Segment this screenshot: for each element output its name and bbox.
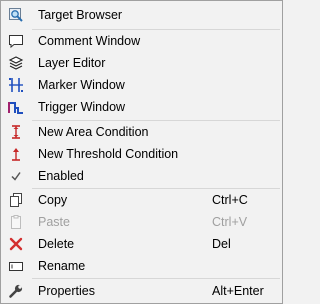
marker-window-label: Marker Window: [38, 78, 125, 92]
delete-label: Delete: [38, 237, 75, 251]
menu-item-paste: Paste Ctrl+V: [1, 211, 282, 233]
menu-item-new-area-condition[interactable]: New Area Condition: [1, 121, 282, 143]
check-icon: [8, 168, 24, 184]
menu-item-trigger-window[interactable]: Trigger Window: [1, 96, 282, 118]
target-browser-icon: [8, 7, 24, 23]
copy-icon: [8, 192, 24, 208]
comment-window-label: Comment Window: [38, 34, 141, 48]
paste-label: Paste: [38, 215, 70, 229]
menu-item-target-browser[interactable]: Target Browser: [1, 4, 282, 26]
menu-item-marker-window[interactable]: Marker Window: [1, 74, 282, 96]
menu-item-properties[interactable]: Properties Alt+Enter: [1, 280, 282, 302]
target-browser-label: Target Browser: [38, 8, 123, 22]
rename-label: Rename: [38, 259, 86, 273]
area-condition-icon: [8, 124, 24, 140]
context-menu: Target Browser Comment Window Layer Edit…: [0, 0, 283, 304]
menu-item-copy[interactable]: Copy Ctrl+C: [1, 189, 282, 211]
copy-label: Copy: [38, 193, 68, 207]
trigger-window-label: Trigger Window: [38, 100, 126, 114]
layers-icon: [8, 55, 24, 71]
menu-item-enabled[interactable]: Enabled: [1, 165, 282, 187]
enabled-label: Enabled: [38, 169, 84, 183]
delete-icon: [8, 236, 24, 252]
properties-shortcut: Alt+Enter: [212, 284, 264, 298]
comment-icon: [8, 33, 24, 49]
menu-separator: [32, 278, 280, 279]
threshold-condition-icon: [8, 146, 24, 162]
trigger-icon: [8, 99, 24, 115]
properties-label: Properties: [38, 284, 95, 298]
paste-shortcut: Ctrl+V: [212, 215, 248, 229]
menu-item-rename[interactable]: Rename: [1, 255, 282, 277]
wrench-icon: [8, 283, 24, 299]
delete-shortcut: Del: [212, 237, 231, 251]
menu-item-new-threshold-condition[interactable]: New Threshold Condition: [1, 143, 282, 165]
rename-icon: [8, 258, 24, 274]
new-area-condition-label: New Area Condition: [38, 125, 149, 139]
marker-icon: [8, 77, 24, 93]
copy-shortcut: Ctrl+C: [212, 193, 248, 207]
paste-icon: [8, 214, 24, 230]
new-threshold-condition-label: New Threshold Condition: [38, 147, 179, 161]
menu-item-comment-window[interactable]: Comment Window: [1, 30, 282, 52]
menu-item-delete[interactable]: Delete Del: [1, 233, 282, 255]
layer-editor-label: Layer Editor: [38, 56, 106, 70]
menu-item-layer-editor[interactable]: Layer Editor: [1, 52, 282, 74]
